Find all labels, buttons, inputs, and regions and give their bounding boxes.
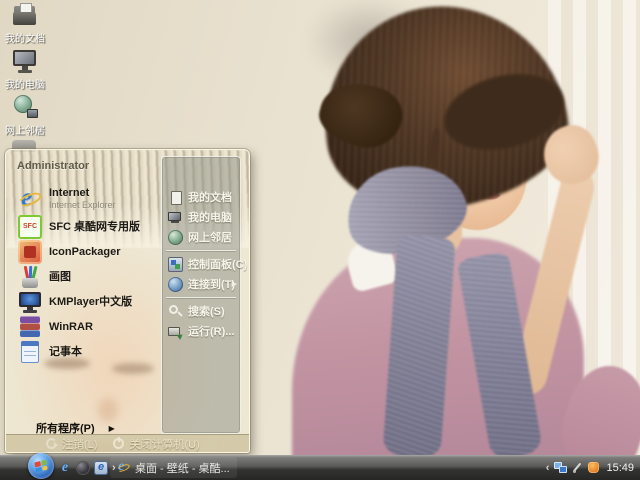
kmplayer-icon — [18, 290, 42, 314]
start-button[interactable] — [28, 453, 54, 479]
logoff-label: 注销(L) — [62, 436, 97, 452]
menu-item-sublabel: Internet Explorer — [49, 200, 116, 210]
desktop-icon-my-documents[interactable]: 我的文档 — [2, 2, 48, 45]
menu-item-sfc[interactable]: SFC SFC 桌酷网专用版 — [14, 214, 160, 239]
desktop-icon-label: 我的文档 — [5, 30, 45, 45]
menu-item-run[interactable]: 运行(R)... — [162, 321, 240, 341]
menu-item-search[interactable]: 搜索(S) — [162, 301, 240, 321]
task-button-label: 桌面 - 壁纸 - 桌酷... — [135, 460, 230, 476]
menu-separator — [166, 297, 236, 298]
security-alert-icon[interactable] — [588, 462, 599, 473]
network-places-icon — [168, 230, 183, 245]
power-icon — [113, 438, 124, 449]
menu-item-label: IconPackager — [49, 246, 121, 258]
internet-explorer-icon: e — [117, 461, 130, 474]
windows-logo-icon — [34, 460, 47, 473]
logoff-button[interactable]: 注销(L) — [46, 436, 97, 452]
menu-item-my-documents[interactable]: 我的文档 — [162, 187, 240, 207]
network-status-icon[interactable] — [554, 462, 567, 473]
tray-overflow-chevron[interactable]: ‹ — [546, 462, 550, 474]
menu-item-label: 搜索(S) — [188, 303, 225, 319]
quicklaunch-ie-icon[interactable]: e — [58, 461, 72, 475]
desktop-icon-network-places[interactable]: 网上邻居 — [2, 94, 48, 137]
sfc-icon: SFC — [18, 215, 42, 239]
my-documents-icon — [12, 2, 38, 28]
shutdown-button[interactable]: 关闭计算机(U) — [113, 436, 199, 452]
menu-item-label: Internet — [49, 187, 89, 199]
internet-explorer-icon: e — [18, 187, 42, 211]
quicklaunch-browser-icon[interactable] — [94, 461, 108, 475]
menu-item-internet[interactable]: e Internet Internet Explorer — [14, 183, 160, 214]
desktop-icon-label: 网上邻居 — [5, 122, 45, 137]
quick-launch: e › — [58, 455, 116, 480]
menu-item-iconpackager[interactable]: IconPackager — [14, 239, 160, 264]
menu-item-label: 记事本 — [49, 346, 82, 358]
menu-separator — [166, 250, 236, 251]
paint-icon — [18, 265, 42, 289]
desktop-icon-my-computer[interactable]: 我的电脑 — [2, 48, 48, 91]
my-computer-icon — [12, 48, 38, 74]
quicklaunch-media-icon[interactable] — [76, 461, 90, 475]
control-panel-icon — [168, 257, 183, 272]
menu-item-control-panel[interactable]: 控制面板(C) — [162, 254, 240, 274]
menu-item-label: 连接到(T) — [188, 276, 235, 292]
taskbar: e › e 桌面 - 壁纸 - 桌酷... ‹ 15:49 — [0, 455, 640, 480]
shutdown-label: 关闭计算机(U) — [129, 436, 199, 452]
menu-item-my-computer[interactable]: 我的电脑 — [162, 207, 240, 227]
menu-item-label: 运行(R)... — [188, 323, 234, 339]
start-menu-username: Administrator — [17, 160, 89, 172]
menu-item-label: KMPlayer中文版 — [49, 296, 132, 308]
arrow-right-icon: ▶ — [109, 424, 115, 433]
notepad-icon — [18, 340, 42, 364]
menu-item-notepad[interactable]: 记事本 — [14, 339, 160, 364]
menu-item-label: 网上邻居 — [188, 229, 232, 245]
search-icon — [168, 304, 183, 319]
start-menu-left-column: e Internet Internet Explorer SFC SFC 桌酷网… — [14, 183, 160, 364]
winrar-icon — [18, 315, 42, 339]
start-menu: Administrator e Internet Internet Explor… — [5, 149, 250, 453]
logoff-icon — [46, 438, 57, 449]
menu-item-label: 控制面板(C) — [188, 256, 247, 272]
menu-item-label: 我的电脑 — [188, 209, 232, 225]
start-menu-right-column: 我的文档 我的电脑 网上邻居 控制面板(C) 连接到(T) ▶ — [161, 156, 241, 434]
network-places-icon — [12, 94, 38, 120]
run-icon — [168, 324, 183, 339]
task-button-desktop-wallpaper[interactable]: e 桌面 - 壁纸 - 桌酷... — [110, 457, 237, 478]
menu-item-label: 我的文档 — [188, 189, 232, 205]
submenu-arrow-icon: ▶ — [232, 280, 237, 288]
iconpackager-icon — [18, 240, 42, 264]
menu-item-label: WinRAR — [49, 321, 93, 333]
my-computer-icon — [168, 210, 183, 225]
menu-item-winrar[interactable]: WinRAR — [14, 314, 160, 339]
my-documents-icon — [168, 190, 183, 205]
menu-item-label: 画图 — [49, 271, 71, 283]
desktop: 我的文档 我的电脑 网上邻居 Administrator e Internet … — [0, 0, 640, 455]
tray-clock[interactable]: 15:49 — [606, 462, 634, 474]
menu-item-connect-to[interactable]: 连接到(T) ▶ — [162, 274, 240, 294]
connect-to-icon — [168, 277, 183, 292]
menu-item-network-places[interactable]: 网上邻居 — [162, 227, 240, 247]
start-menu-footer: 注销(L) 关闭计算机(U) — [6, 434, 249, 452]
menu-item-paint[interactable]: 画图 — [14, 264, 160, 289]
menu-item-kmplayer[interactable]: KMPlayer中文版 — [14, 289, 160, 314]
ime-input-icon[interactable] — [572, 462, 583, 473]
desktop-icon-label: 我的电脑 — [5, 76, 45, 91]
system-tray: ‹ 15:49 — [546, 455, 634, 480]
menu-item-label: SFC 桌酷网专用版 — [49, 221, 140, 233]
